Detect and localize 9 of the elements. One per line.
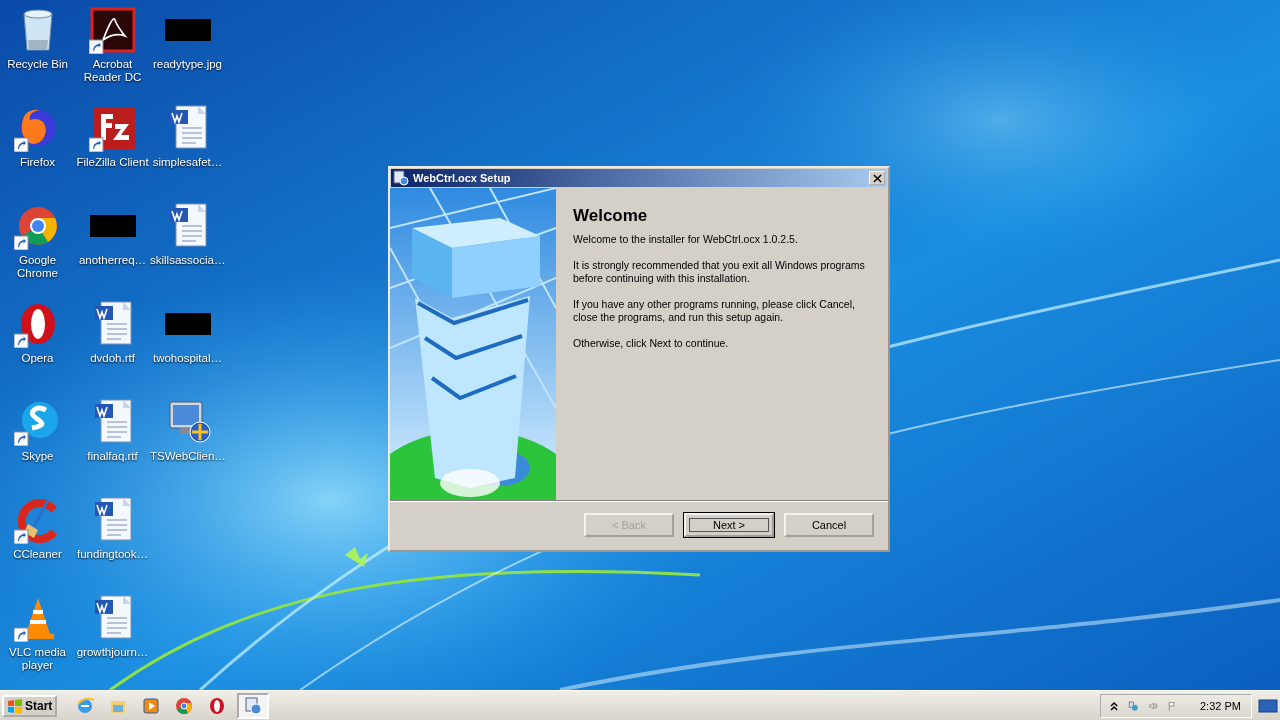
show-desktop-icon[interactable] xyxy=(1258,697,1278,714)
taskbar-button[interactable] xyxy=(237,692,270,719)
browser-icon[interactable] xyxy=(174,695,195,716)
browser-icon[interactable] xyxy=(75,695,96,716)
clock[interactable]: 2:32 PM xyxy=(1200,699,1241,712)
installer-icon xyxy=(243,695,264,716)
windows-logo-icon xyxy=(7,697,23,714)
start-button[interactable]: Start xyxy=(2,694,58,717)
play-icon[interactable] xyxy=(141,695,162,716)
